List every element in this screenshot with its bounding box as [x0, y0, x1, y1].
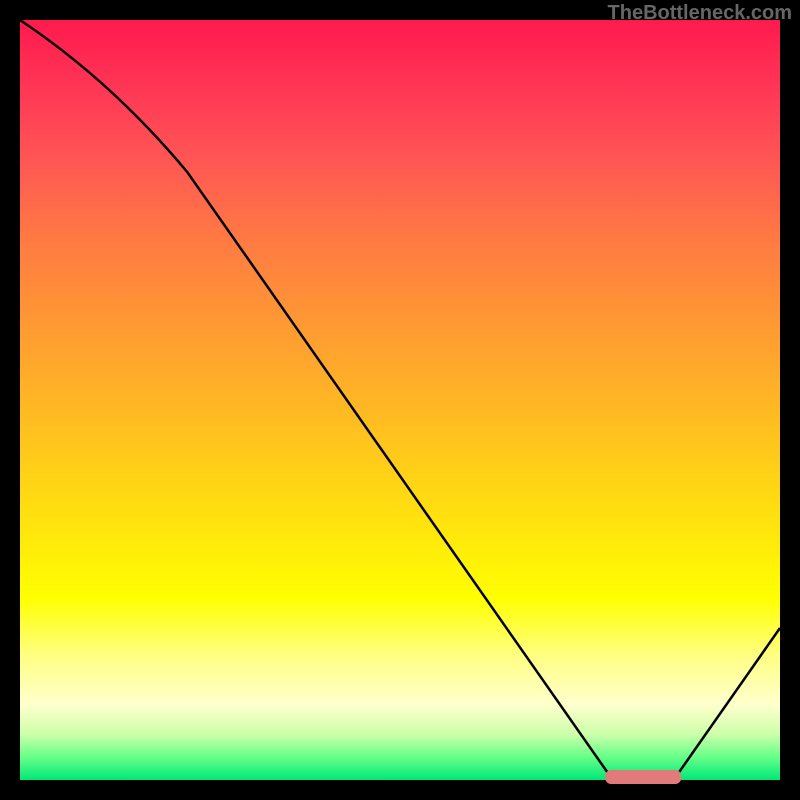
- bottleneck-curve: [20, 20, 780, 780]
- axis-bottom: [0, 780, 800, 800]
- optimal-marker: [605, 770, 681, 784]
- chart-overlay: [0, 0, 800, 800]
- axis-left: [0, 0, 20, 800]
- watermark-text: TheBottleneck.com: [608, 2, 792, 25]
